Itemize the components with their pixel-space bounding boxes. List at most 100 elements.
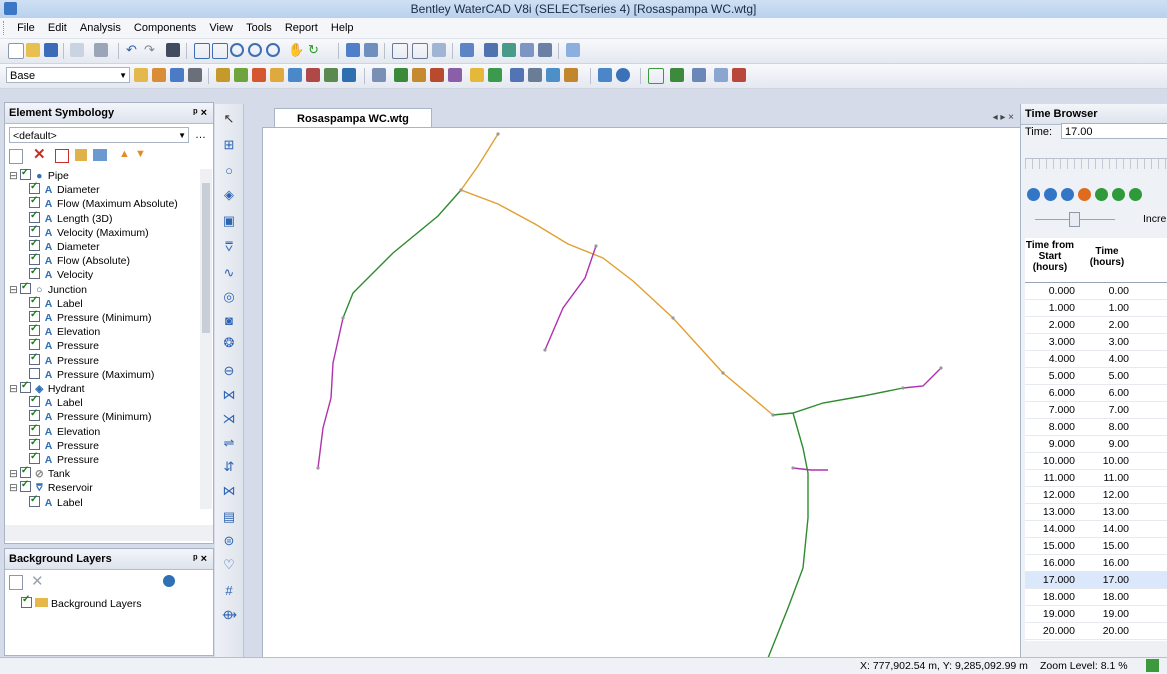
isolation-icon[interactable] xyxy=(564,68,578,82)
help-icon[interactable] xyxy=(616,68,630,82)
fcv-icon[interactable]: ⇵ xyxy=(222,460,236,474)
gpv-icon[interactable]: ▤ xyxy=(222,510,236,524)
time-table-row[interactable]: 12.000 12.00 xyxy=(1025,487,1167,504)
tree-item[interactable]: A Velocity xyxy=(29,265,93,282)
time-table-row[interactable]: 7.000 7.00 xyxy=(1025,402,1167,419)
tree-hscrollbar[interactable] xyxy=(5,525,213,541)
tree-category-pipe[interactable]: ⊟●Pipe xyxy=(9,169,69,183)
prv-icon[interactable]: ⋊ xyxy=(222,412,236,426)
select-icon[interactable]: ↖ xyxy=(222,112,236,126)
speed-slider[interactable] xyxy=(1035,212,1115,227)
graph-icon[interactable] xyxy=(484,43,498,57)
time-table-row[interactable]: 15.000 15.00 xyxy=(1025,538,1167,555)
time-table-row[interactable]: 17.000 17.00 xyxy=(1025,572,1167,589)
play-icon[interactable] xyxy=(1095,188,1108,201)
undo-icon[interactable]: ↶ xyxy=(126,43,140,57)
flextables-icon[interactable] xyxy=(392,43,408,59)
copy-icon[interactable] xyxy=(714,68,728,82)
background-layers-item[interactable]: Background Layers xyxy=(21,594,141,610)
time-table-row[interactable]: 2.000 2.00 xyxy=(1025,317,1167,334)
last-icon[interactable] xyxy=(1129,188,1142,201)
menu-edit[interactable]: Edit xyxy=(43,18,72,34)
step-back-icon[interactable] xyxy=(1044,188,1057,201)
query-icon[interactable] xyxy=(432,43,446,57)
tree-item[interactable]: A Pressure xyxy=(29,336,99,353)
bentley-icon[interactable] xyxy=(692,68,706,82)
pipe-magenta-south[interactable] xyxy=(792,467,828,471)
tab-controls[interactable]: ◂ ▸ × xyxy=(993,112,1014,123)
pin-close-icon[interactable]: ᵖ × xyxy=(193,549,207,569)
symbology-checkbox[interactable] xyxy=(29,223,40,237)
new-icon[interactable] xyxy=(9,149,23,164)
time-table-row[interactable]: 6.000 6.00 xyxy=(1025,385,1167,402)
expand-collapse-icon[interactable]: ⊟ xyxy=(9,284,18,296)
symbology-checkbox[interactable] xyxy=(29,322,40,337)
valve-icon[interactable]: ⋈ xyxy=(222,388,236,402)
symbology-checkbox[interactable] xyxy=(29,294,40,308)
symbology-checkbox[interactable] xyxy=(19,464,31,479)
pipe-icon[interactable]: ∿ xyxy=(222,266,236,280)
skelebrator-icon[interactable] xyxy=(412,68,426,82)
pipe-magenta-west[interactable] xyxy=(317,317,344,469)
time-table-row[interactable]: 11.000 11.00 xyxy=(1025,470,1167,487)
reservoir-icon[interactable]: ⩢ xyxy=(222,240,236,254)
tree-item[interactable]: A Flow (Maximum Absolute) xyxy=(29,194,178,211)
move-up-icon[interactable]: ▲ xyxy=(119,148,130,160)
go-icon[interactable] xyxy=(1146,659,1159,672)
refresh-icon[interactable]: ↻ xyxy=(308,43,322,57)
symbology-checkbox[interactable] xyxy=(29,436,40,450)
pipe-renewal-icon[interactable] xyxy=(546,68,560,82)
scrollbar-thumb[interactable] xyxy=(202,183,210,333)
tree-category-tank[interactable]: ⊟ ⊘Tank xyxy=(9,464,70,481)
symbology-checkbox[interactable] xyxy=(29,351,40,365)
expand-collapse-icon[interactable]: ⊟ xyxy=(9,170,18,182)
move-down-icon[interactable]: ▼ xyxy=(135,148,146,160)
tree-item[interactable]: A Pressure xyxy=(29,450,99,467)
symbology-checkbox[interactable] xyxy=(29,367,40,379)
delete-icon[interactable]: ✕ xyxy=(33,145,46,163)
calculation-options-icon[interactable] xyxy=(188,68,202,82)
drawing-tab[interactable]: Rosaspampa WC.wtg xyxy=(274,108,432,129)
view-icon[interactable] xyxy=(460,43,474,57)
background-layers-checkbox[interactable] xyxy=(21,594,32,608)
zoom-previous-icon[interactable] xyxy=(266,43,280,57)
zoom-window-icon[interactable] xyxy=(194,43,210,59)
turbine-icon[interactable]: ❂ xyxy=(222,336,236,350)
run-icon[interactable] xyxy=(670,68,684,82)
symbology-checkbox[interactable] xyxy=(19,379,31,393)
play-back-icon[interactable] xyxy=(1061,188,1074,201)
redo-icon[interactable]: ↷ xyxy=(144,43,158,57)
tree-item[interactable]: A Pressure xyxy=(29,436,99,453)
time-table-row[interactable]: 20.000 20.00 xyxy=(1025,623,1167,640)
tree-category-reservoir[interactable]: ⊟⩢Reservoir xyxy=(9,478,93,495)
pipe-orange-trunk[interactable] xyxy=(459,133,774,416)
symbology-checkbox[interactable] xyxy=(19,280,31,294)
pressure-dependent-icon[interactable] xyxy=(528,68,542,82)
thiessen-icon[interactable] xyxy=(510,68,524,82)
time-table-row[interactable]: 16.000 16.00 xyxy=(1025,555,1167,572)
edit-icon[interactable] xyxy=(75,149,87,161)
tree-item[interactable]: A Flow (Absolute) xyxy=(29,251,130,268)
color-coding-icon[interactable] xyxy=(538,43,552,57)
symbology-checkbox[interactable] xyxy=(29,237,40,251)
tree-category-hydrant[interactable]: ⊟◈Hydrant xyxy=(9,379,85,396)
tree-item[interactable]: A Pressure (Minimum) xyxy=(29,407,152,424)
scada-icon[interactable] xyxy=(470,68,484,82)
menu-tools[interactable]: Tools xyxy=(241,18,277,34)
scenario-icon[interactable] xyxy=(152,68,166,82)
scenario-combo[interactable]: Base ▼ xyxy=(6,67,130,83)
alternatives-icon[interactable] xyxy=(170,68,184,82)
tree-item[interactable]: A Pressure (Minimum) xyxy=(29,308,152,325)
expand-collapse-icon[interactable]: ⊟ xyxy=(9,383,18,395)
pipe-green-east[interactable] xyxy=(772,387,904,416)
junction-icon[interactable]: ○ xyxy=(222,164,236,178)
options-icon[interactable] xyxy=(372,68,386,82)
symbology-checkbox[interactable] xyxy=(29,265,40,280)
loadbuilder-icon[interactable] xyxy=(488,68,502,82)
symbology-checkbox[interactable] xyxy=(29,450,40,464)
patterns-icon[interactable] xyxy=(288,68,302,82)
pipe-magenta-branch[interactable] xyxy=(544,245,597,351)
menu-analysis[interactable]: Analysis xyxy=(75,18,126,34)
tree-item[interactable]: A Label xyxy=(29,493,83,509)
tree-category-junction[interactable]: ⊟○Junction xyxy=(9,280,87,297)
